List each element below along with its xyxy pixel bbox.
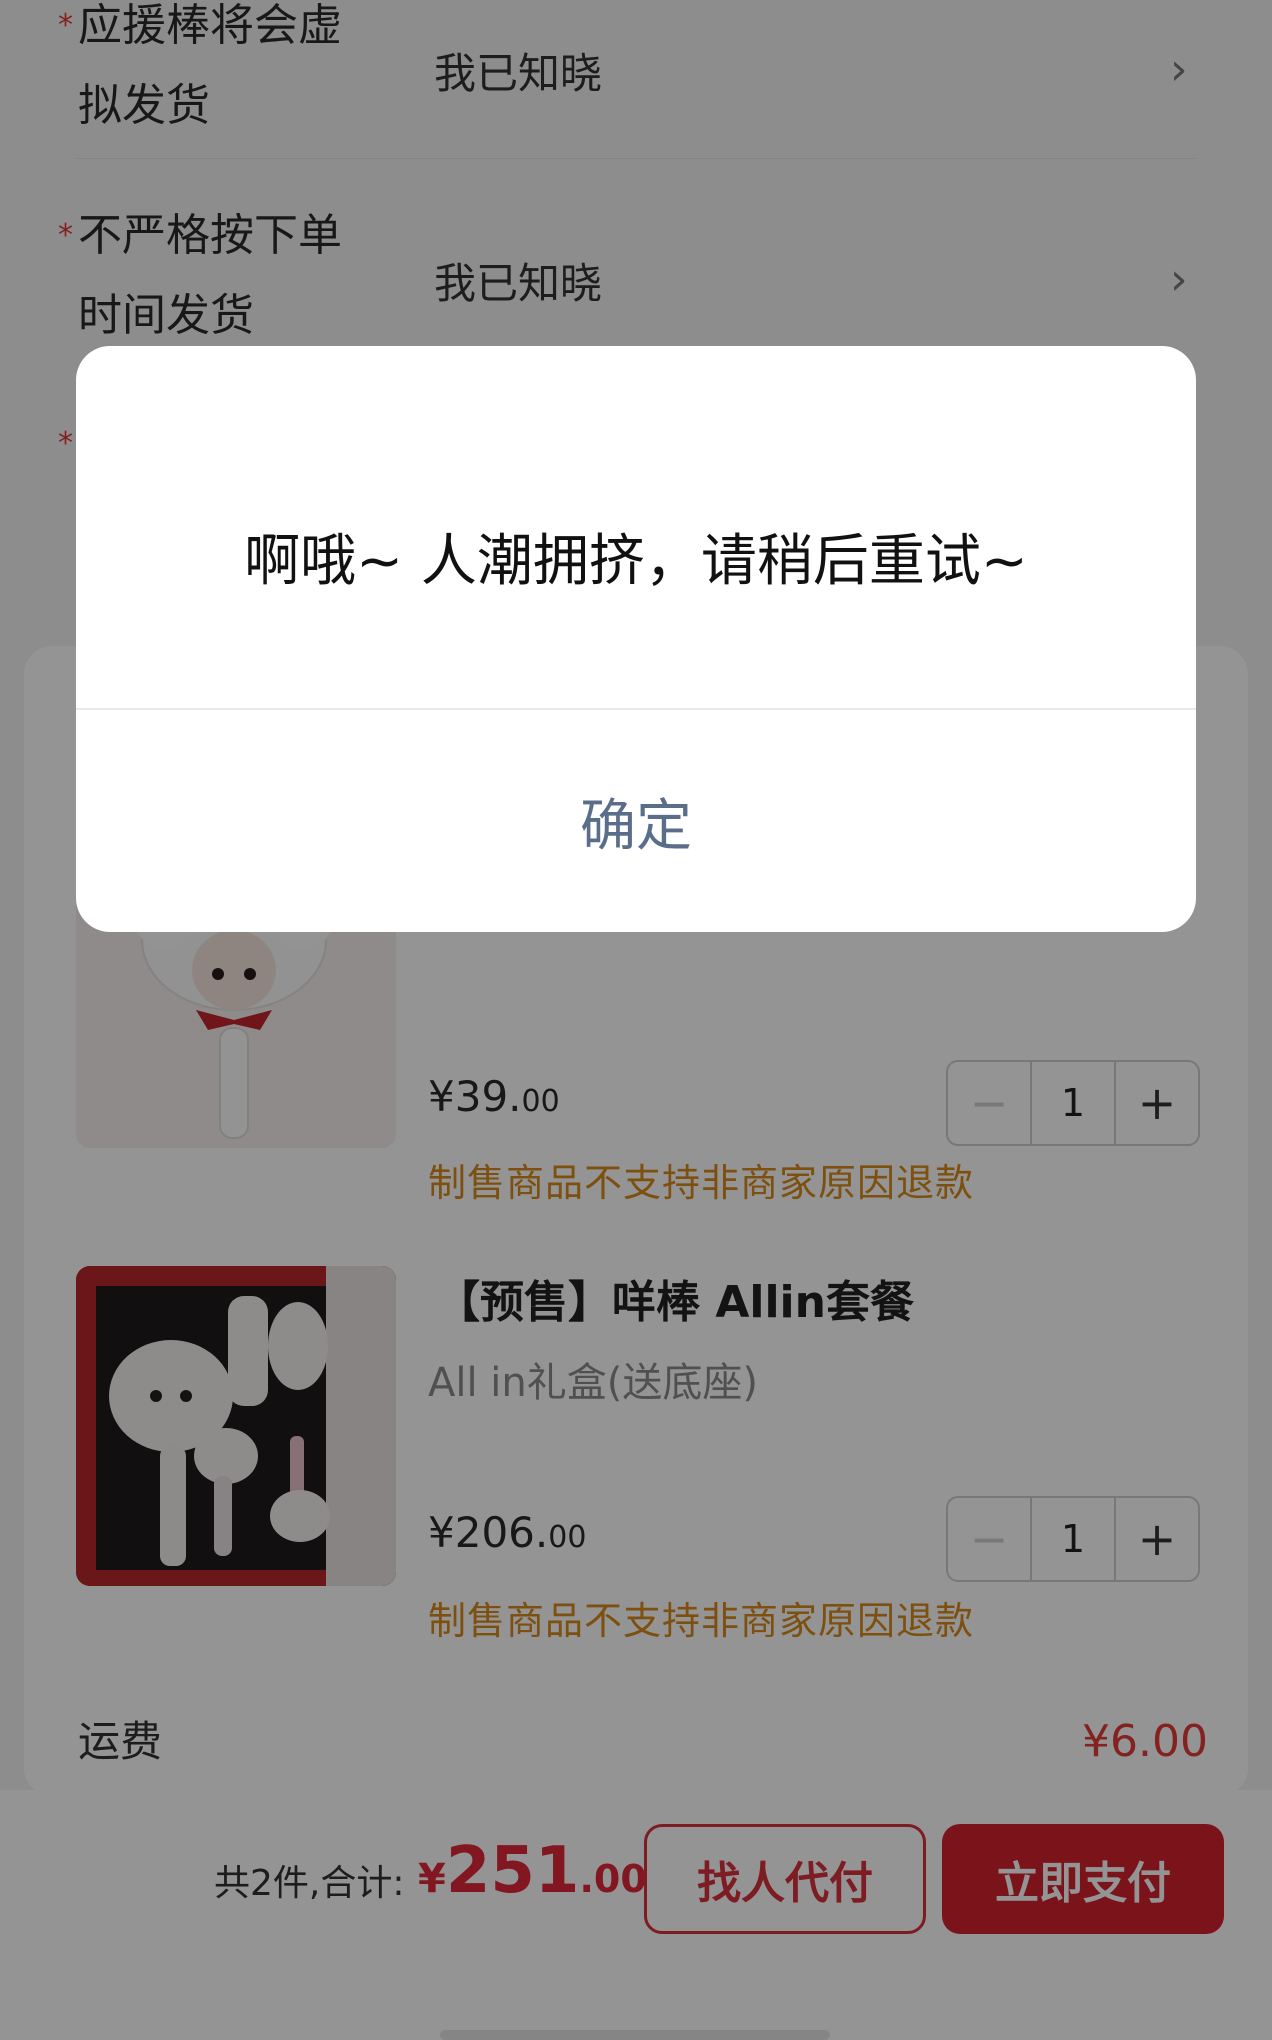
dialog-message: 啊哦~ 人潮拥挤，请稍后重试~ (244, 529, 1028, 594)
alert-dialog: 啊哦~ 人潮拥挤，请稍后重试~ 确定 (76, 346, 1196, 932)
modal-overlay[interactable] (0, 0, 1272, 2040)
dialog-confirm-button[interactable]: 确定 (76, 710, 1196, 932)
